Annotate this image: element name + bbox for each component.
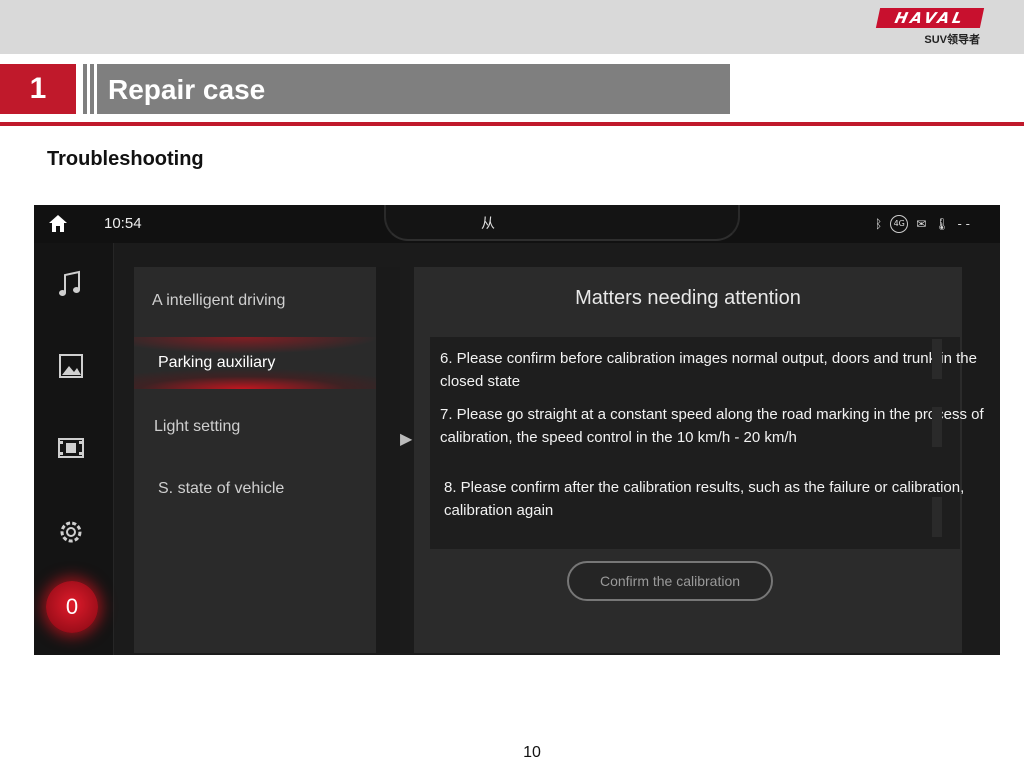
- thermometer-icon: 🌡︎: [934, 217, 950, 231]
- slide-subheading: Troubleshooting: [47, 148, 204, 170]
- scroll-indicator: [932, 407, 942, 447]
- menu-item-parking-auxiliary[interactable]: Parking auxiliary: [134, 337, 376, 389]
- page-number: 10: [523, 744, 541, 761]
- section-title: Repair case: [97, 64, 730, 114]
- title-underline: [0, 122, 1024, 126]
- panel-title: Matters needing attention: [575, 287, 801, 309]
- note-8: 8. Please confirm after the calibration …: [444, 479, 965, 519]
- scroll-indicator: [932, 497, 942, 537]
- signal-dashes-icon: - -: [957, 217, 970, 231]
- status-icons: ᛒ 4G ✉ 🌡︎ - -: [875, 214, 970, 234]
- status-center-text: 从: [481, 216, 495, 232]
- menu-item-intelligent-driving[interactable]: A intelligent driving: [134, 275, 376, 327]
- attention-notes: 6. Please confirm before calibration ima…: [430, 337, 984, 549]
- image-icon[interactable]: [56, 351, 86, 381]
- status-notch: [384, 205, 740, 241]
- menu-item-light-setting[interactable]: Light setting: [134, 401, 376, 453]
- home-badge-button[interactable]: 0: [46, 581, 98, 633]
- bluetooth-icon: ᛒ: [875, 217, 883, 231]
- haval-logo: HAVAL SUV领导者: [875, 8, 988, 48]
- menu-item-label: Light setting: [154, 418, 241, 435]
- settings-menu: A intelligent driving Parking auxiliary …: [134, 267, 376, 653]
- settings-icon[interactable]: [56, 517, 86, 547]
- status-clock: 10:54: [104, 215, 142, 232]
- section-number: 1: [0, 64, 76, 114]
- logo-tagline: SUV领导者: [924, 34, 980, 46]
- menu-divider: [376, 267, 400, 653]
- attention-panel: Matters needing attention 6. Please conf…: [414, 267, 984, 653]
- title-separator: [90, 64, 94, 114]
- note-7: 7. Please go straight at a constant spee…: [440, 406, 984, 446]
- menu-item-vehicle-state[interactable]: S. state of vehicle: [134, 463, 376, 515]
- side-rail: 0: [34, 243, 114, 655]
- note-6: 6. Please confirm before calibration ima…: [440, 350, 977, 390]
- logo-wordmark: HAVAL: [875, 8, 985, 28]
- video-icon[interactable]: [56, 433, 86, 463]
- slide-header-bar: HAVAL SUV领导者: [0, 0, 1024, 54]
- home-icon[interactable]: [48, 214, 68, 233]
- 4g-icon: 4G: [890, 215, 909, 233]
- message-icon: ✉: [916, 217, 927, 231]
- menu-item-label: S. state of vehicle: [158, 480, 285, 497]
- confirm-calibration-button[interactable]: Confirm the calibration: [567, 561, 773, 601]
- music-icon[interactable]: [56, 269, 86, 299]
- title-separator: [83, 64, 87, 114]
- head-unit-screenshot: 10:54 从 ᛒ 4G ✉ 🌡︎ - - 0 A intelligent dr…: [34, 205, 1000, 655]
- scroll-indicator: [932, 339, 942, 379]
- menu-item-label: Parking auxiliary: [158, 354, 276, 371]
- menu-item-label: A intelligent driving: [152, 292, 286, 309]
- chevron-right-icon[interactable]: ▶: [400, 429, 412, 448]
- status-bar: 10:54 从 ᛒ 4G ✉ 🌡︎ - -: [34, 205, 1000, 243]
